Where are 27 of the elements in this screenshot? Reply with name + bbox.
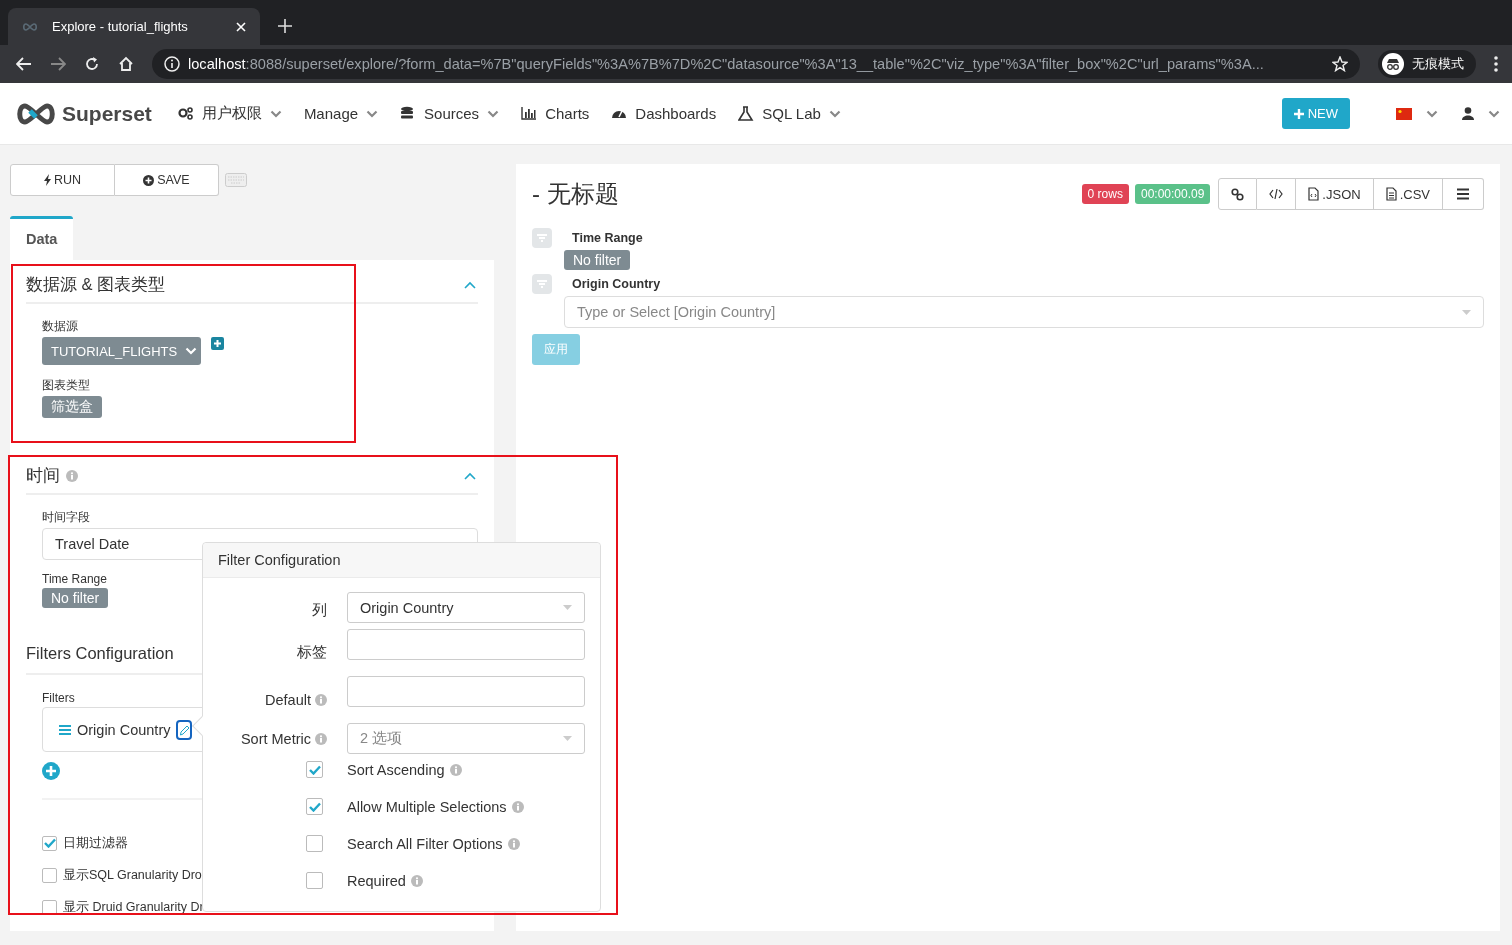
checkbox-label: 显示 Druid Granularity Dr (63, 898, 204, 916)
filter-label: Origin Country (572, 277, 661, 291)
section-title: 时间 (26, 465, 60, 486)
field-label: Sort Metric (240, 730, 311, 747)
control-label: 图表类型 (42, 377, 90, 394)
checkbox-label: 日期过滤器 (63, 834, 128, 852)
option-label: Sort Ascending (347, 761, 445, 778)
popover-title: Filter Configuration (218, 552, 341, 568)
filter-label: Time Range (572, 231, 643, 245)
control-label: Filters (42, 691, 75, 705)
checkbox-label: 显示SQL Granularity Dro (63, 866, 202, 884)
chart-title: - 无标题 (532, 179, 619, 209)
control-label: 数据源 (42, 318, 78, 335)
filter-name: Origin Country (77, 721, 171, 738)
section-title: 数据源 & 图表类型 (26, 274, 166, 295)
row-count-badge: 0 rows (1081, 184, 1129, 204)
option-label: Required (347, 872, 406, 889)
option-label: Search All Filter Options (347, 835, 503, 852)
field-label: 列 (312, 601, 327, 620)
field-label: 标签 (297, 643, 327, 662)
url-text: localhost:8088/superset/explore/?form_data=%7B"queryFields"%3A%7B%7D%2C"datasource"%3A"13__table"%2C"viz_type"%3A"filter_box"%2C"url_params"%3A... (188, 56, 1265, 72)
field-label: Default (265, 691, 311, 708)
control-label: Time Range (42, 572, 107, 586)
duration-badge: 00:00:00.09 (1134, 184, 1211, 204)
option-label: Allow Multiple Selections (347, 798, 507, 815)
tab-title: Explore - tutorial_flights (52, 19, 189, 34)
control-label: 时间字段 (42, 509, 90, 526)
